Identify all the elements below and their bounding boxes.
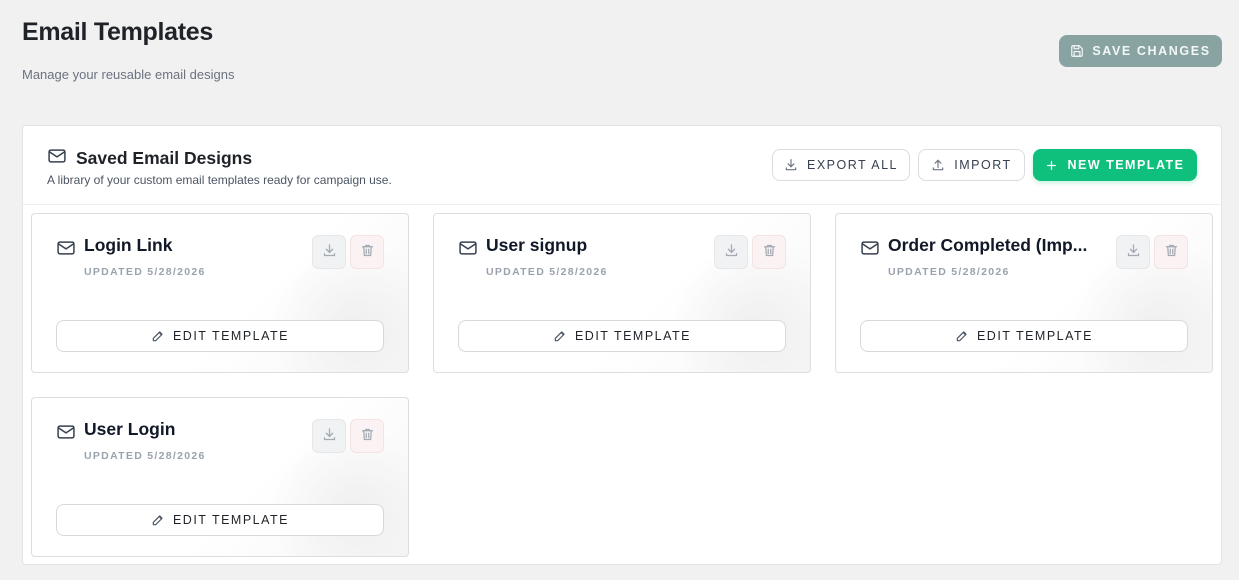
- trash-icon: [1164, 243, 1179, 261]
- edit-template-button[interactable]: EDIT TEMPLATE: [56, 504, 384, 536]
- download-icon: [322, 243, 337, 261]
- trash-icon: [762, 243, 777, 261]
- new-template-button[interactable]: NEW TEMPLATE: [1033, 149, 1197, 181]
- template-name: Login Link: [84, 235, 173, 255]
- panel-header: Saved Email Designs A library of your cu…: [23, 126, 1221, 205]
- trash-icon: [360, 243, 375, 261]
- download-icon: [1126, 243, 1141, 261]
- edit-template-label: EDIT TEMPLATE: [172, 513, 290, 527]
- mail-icon: [860, 238, 880, 263]
- delete-template-button[interactable]: [350, 235, 384, 269]
- edit-template-label: EDIT TEMPLATE: [976, 329, 1094, 343]
- template-card: Order Completed (Imp... UPDATED 5/28/202…: [835, 213, 1213, 373]
- save-changes-button[interactable]: SAVE CHANGES: [1059, 35, 1222, 67]
- mail-icon: [56, 422, 76, 447]
- edit-template-button[interactable]: EDIT TEMPLATE: [860, 320, 1188, 352]
- download-icon: [724, 243, 739, 261]
- panel-title-row: Saved Email Designs: [47, 146, 252, 171]
- pencil-icon: [955, 329, 969, 343]
- template-name: User signup: [486, 235, 588, 255]
- template-updated: UPDATED 5/28/2026: [84, 450, 206, 462]
- page-header: Email Templates Manage your reusable ema…: [22, 18, 234, 82]
- pencil-icon: [151, 329, 165, 343]
- mail-icon: [458, 238, 478, 263]
- mail-icon: [47, 146, 67, 171]
- page-subtitle: Manage your reusable email designs: [22, 67, 235, 82]
- export-all-label: EXPORT ALL: [807, 158, 898, 172]
- delete-template-button[interactable]: [350, 419, 384, 453]
- template-name: User Login: [84, 419, 176, 439]
- panel-title: Saved Email Designs: [76, 148, 253, 168]
- upload-icon: [931, 158, 945, 172]
- template-updated: UPDATED 5/28/2026: [888, 266, 1010, 278]
- import-label: IMPORT: [954, 158, 1012, 172]
- import-button[interactable]: IMPORT: [918, 149, 1025, 181]
- download-template-button[interactable]: [312, 235, 346, 269]
- panel-toolbar: EXPORT ALL IMPORT NEW TEMPLATE: [772, 149, 1197, 181]
- download-template-button[interactable]: [312, 419, 346, 453]
- template-card: User Login UPDATED 5/28/2026 EDIT TEMPLA…: [31, 397, 409, 557]
- download-icon: [322, 427, 337, 445]
- delete-template-button[interactable]: [1154, 235, 1188, 269]
- mail-icon: [56, 238, 76, 263]
- download-template-button[interactable]: [714, 235, 748, 269]
- template-updated: UPDATED 5/28/2026: [486, 266, 608, 278]
- template-updated: UPDATED 5/28/2026: [84, 266, 206, 278]
- download-icon: [784, 158, 798, 172]
- edit-template-label: EDIT TEMPLATE: [574, 329, 692, 343]
- save-changes-label: SAVE CHANGES: [1092, 44, 1211, 58]
- download-template-button[interactable]: [1116, 235, 1150, 269]
- delete-template-button[interactable]: [752, 235, 786, 269]
- trash-icon: [360, 427, 375, 445]
- panel-description: A library of your custom email templates…: [47, 173, 392, 187]
- edit-template-button[interactable]: EDIT TEMPLATE: [458, 320, 786, 352]
- edit-template-label: EDIT TEMPLATE: [172, 329, 290, 343]
- export-all-button[interactable]: EXPORT ALL: [772, 149, 910, 181]
- plus-icon: [1045, 159, 1058, 172]
- template-card: User signup UPDATED 5/28/2026 EDIT TEMPL…: [433, 213, 811, 373]
- edit-template-button[interactable]: EDIT TEMPLATE: [56, 320, 384, 352]
- template-name: Order Completed (Imp...: [888, 235, 1088, 255]
- template-card: Login Link UPDATED 5/28/2026 EDIT TEMPLA…: [31, 213, 409, 373]
- page-title: Email Templates: [22, 18, 213, 46]
- save-icon: [1070, 44, 1084, 58]
- saved-designs-panel: Saved Email Designs A library of your cu…: [22, 125, 1222, 565]
- new-template-label: NEW TEMPLATE: [1067, 158, 1185, 172]
- pencil-icon: [151, 513, 165, 527]
- pencil-icon: [553, 329, 567, 343]
